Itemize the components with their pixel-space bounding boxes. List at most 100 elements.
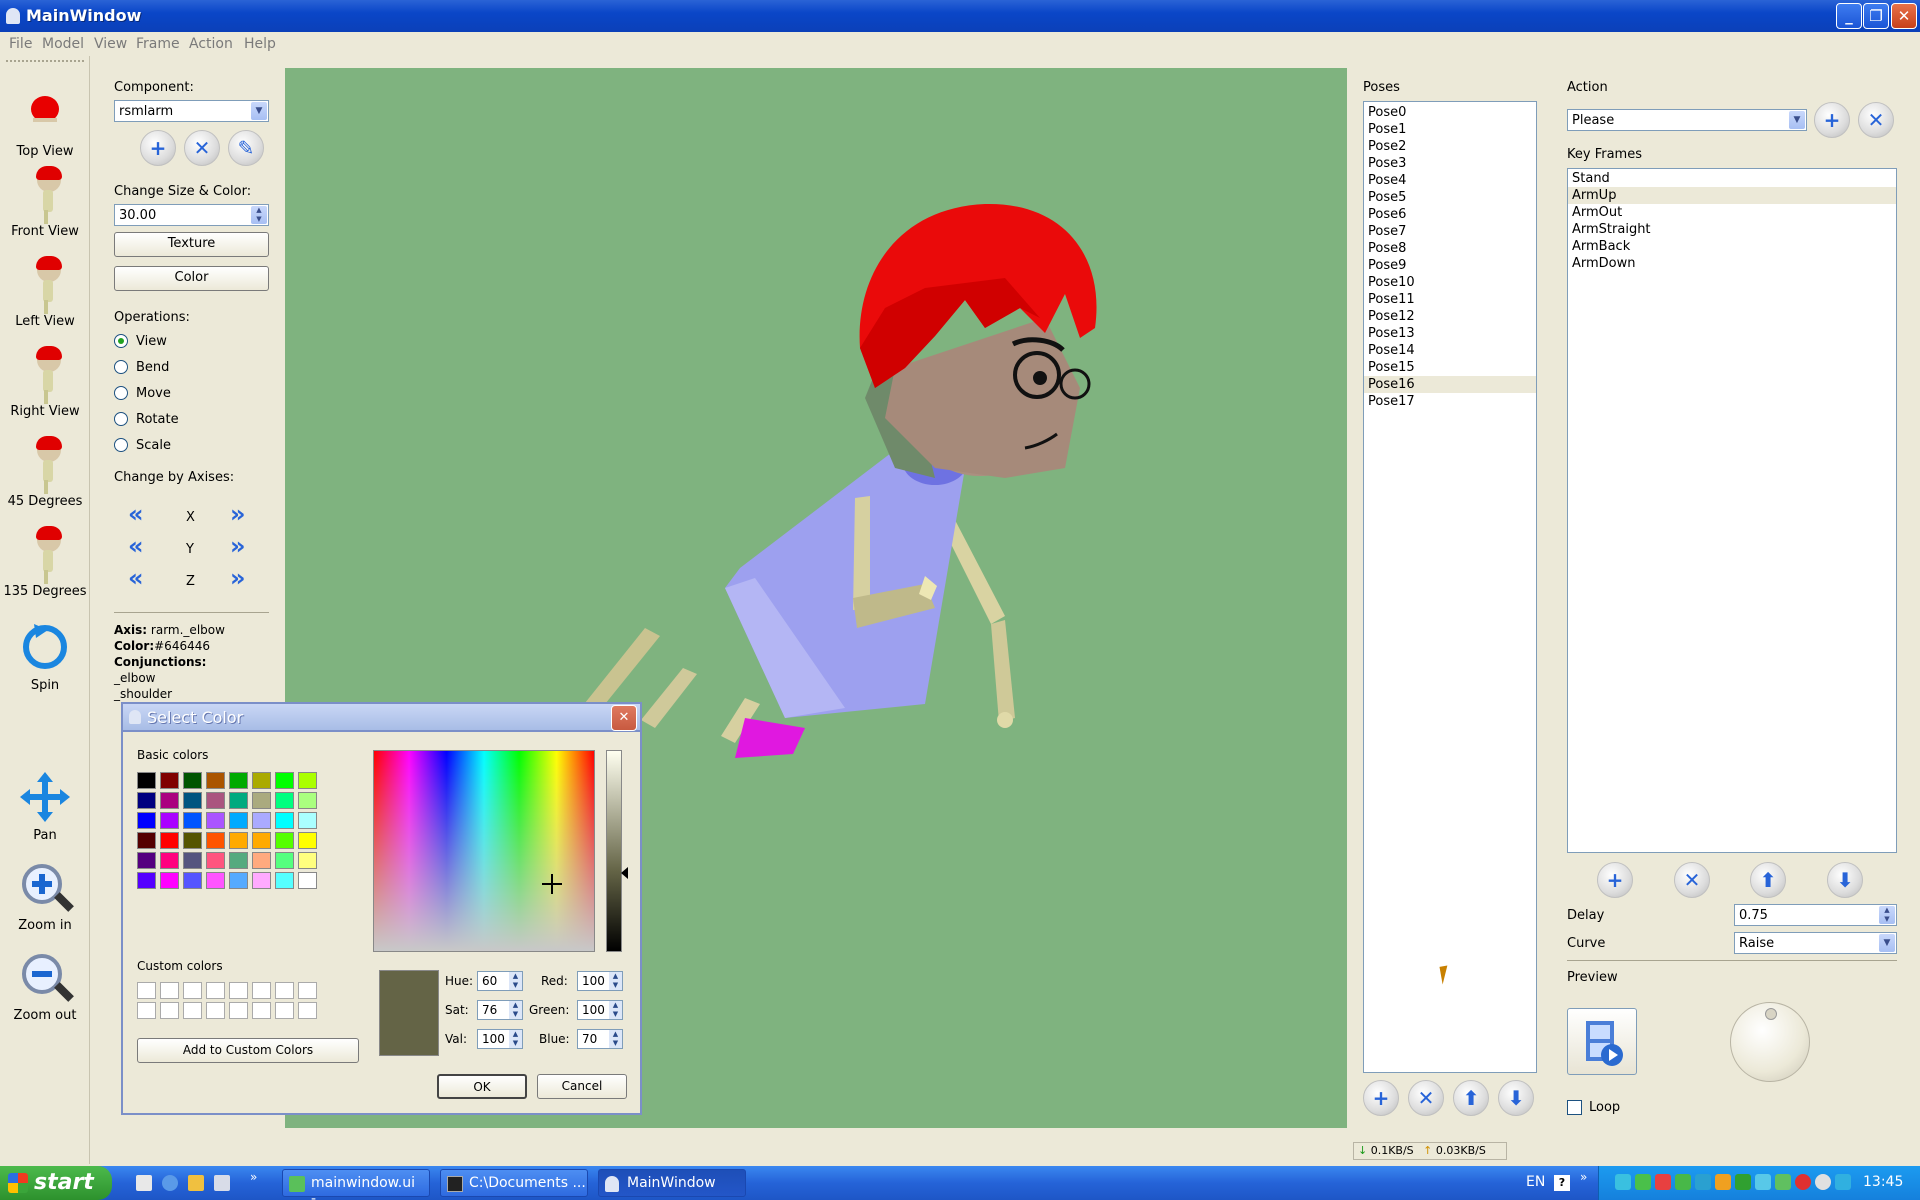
basic-color-swatch[interactable]	[275, 852, 294, 869]
network-tray-icon[interactable]	[1615, 1174, 1631, 1190]
keyframe-item[interactable]: ArmStraight	[1568, 221, 1896, 238]
basic-color-swatch[interactable]	[183, 812, 202, 829]
top-view-button[interactable]: Top View	[0, 84, 90, 159]
radio-rotate[interactable]	[114, 412, 128, 426]
basic-color-swatch[interactable]	[206, 832, 225, 849]
val-spinbox[interactable]: 100 ▲ ▼	[477, 1029, 523, 1049]
red-spinbox[interactable]: 100 ▲ ▼	[577, 971, 623, 991]
basic-color-swatch[interactable]	[229, 772, 248, 789]
45-degrees-button[interactable]: 45 Degrees	[0, 430, 90, 509]
task-mainwindow[interactable]: MainWindow	[598, 1169, 746, 1197]
basic-color-swatch[interactable]	[183, 852, 202, 869]
basic-color-swatch[interactable]	[183, 772, 202, 789]
basic-color-swatch[interactable]	[206, 852, 225, 869]
action-select[interactable]: Please ▼	[1567, 109, 1807, 131]
language-indicator[interactable]: EN	[1526, 1174, 1545, 1190]
keyframe-item[interactable]: ArmOut	[1568, 204, 1896, 221]
custom-color-swatch[interactable]	[252, 982, 271, 999]
basic-color-swatch[interactable]	[275, 772, 294, 789]
volume-tray-icon[interactable]	[1815, 1174, 1831, 1190]
basic-color-swatch[interactable]	[252, 832, 271, 849]
pose-item[interactable]: Pose6	[1364, 206, 1536, 223]
blue-spinbox[interactable]: 70 ▲ ▼	[577, 1029, 623, 1049]
front-view-button[interactable]: Front View	[0, 160, 90, 239]
keyframe-item[interactable]: ArmUp	[1568, 187, 1896, 204]
basic-color-swatch[interactable]	[137, 792, 156, 809]
custom-color-swatch[interactable]	[183, 1002, 202, 1019]
edit-component-button[interactable]: ✎	[228, 130, 264, 166]
green-spinbox[interactable]: 100 ▲ ▼	[577, 1000, 623, 1020]
chat-tray-icon[interactable]	[1835, 1174, 1851, 1190]
delay-spinbox[interactable]: 0.75 ▲ ▼	[1734, 904, 1897, 926]
basic-color-swatch[interactable]	[183, 792, 202, 809]
monitor-tray-icon[interactable]	[1735, 1174, 1751, 1190]
keyframe-item[interactable]: ArmBack	[1568, 238, 1896, 255]
pose-item[interactable]: Pose17	[1364, 393, 1536, 410]
basic-color-swatch[interactable]	[252, 872, 271, 889]
custom-color-swatch[interactable]	[298, 1002, 317, 1019]
x-decrease-icon[interactable]: «	[128, 500, 144, 528]
move-keyframe-down-button[interactable]: ⬇	[1827, 862, 1863, 898]
z-increase-icon[interactable]: »	[230, 564, 246, 592]
delete-keyframe-button[interactable]: ✕	[1674, 862, 1710, 898]
pose-item[interactable]: Pose15	[1364, 359, 1536, 376]
radio-move[interactable]	[114, 386, 128, 400]
basic-color-swatch[interactable]	[229, 792, 248, 809]
hue-spinbox[interactable]: 60 ▲ ▼	[477, 971, 523, 991]
cancel-button[interactable]: Cancel	[537, 1074, 627, 1099]
basic-color-swatch[interactable]	[298, 832, 317, 849]
basic-color-swatch[interactable]	[275, 832, 294, 849]
custom-color-swatch[interactable]	[137, 982, 156, 999]
pose-item[interactable]: Pose13	[1364, 325, 1536, 342]
pose-item[interactable]: Pose10	[1364, 274, 1536, 291]
basic-color-swatch[interactable]	[183, 832, 202, 849]
keyframe-item[interactable]: Stand	[1568, 170, 1896, 187]
maximize-button[interactable]: ❐	[1863, 3, 1889, 29]
custom-color-swatch[interactable]	[229, 1002, 248, 1019]
quicklaunch-explorer-icon[interactable]	[136, 1175, 152, 1191]
basic-color-swatch[interactable]	[206, 812, 225, 829]
clock[interactable]: 13:45	[1863, 1174, 1903, 1190]
basic-color-swatch[interactable]	[206, 772, 225, 789]
value-slider[interactable]	[606, 750, 622, 952]
pose-item[interactable]: Pose2	[1364, 138, 1536, 155]
zoom-in-button[interactable]: Zoom in	[0, 862, 90, 933]
display-tray-icon[interactable]	[1755, 1174, 1771, 1190]
menu-view[interactable]: View	[94, 36, 127, 52]
minimize-button[interactable]: _	[1836, 3, 1862, 29]
custom-color-swatch[interactable]	[252, 1002, 271, 1019]
basic-color-swatch[interactable]	[252, 772, 271, 789]
keyframes-list[interactable]: Stand ArmUp ArmOut ArmStraight ArmBack ArmDow…	[1567, 168, 1897, 853]
basic-color-swatch[interactable]	[137, 772, 156, 789]
custom-color-swatch[interactable]	[160, 982, 179, 999]
texture-button[interactable]: Texture	[114, 232, 269, 257]
menu-help[interactable]: Help	[244, 36, 276, 52]
sync-tray-icon[interactable]	[1695, 1174, 1711, 1190]
basic-color-swatch[interactable]	[298, 872, 317, 889]
stop-tray-icon[interactable]	[1795, 1174, 1811, 1190]
move-pose-down-button[interactable]: ⬇	[1498, 1080, 1534, 1116]
y-decrease-icon[interactable]: «	[128, 532, 144, 560]
basic-color-swatch[interactable]	[137, 832, 156, 849]
basic-color-swatch[interactable]	[275, 792, 294, 809]
basic-color-swatch[interactable]	[229, 852, 248, 869]
custom-color-swatch[interactable]	[206, 1002, 225, 1019]
menu-file[interactable]: File	[9, 36, 32, 52]
basic-color-swatch[interactable]	[298, 812, 317, 829]
custom-color-swatch[interactable]	[298, 982, 317, 999]
basic-color-swatch[interactable]	[160, 872, 179, 889]
dialog-title-bar[interactable]: Select Color	[121, 702, 642, 732]
pose-item[interactable]: Pose9	[1364, 257, 1536, 274]
security-tray-icon[interactable]	[1635, 1174, 1651, 1190]
basic-color-swatch[interactable]	[137, 812, 156, 829]
menu-action[interactable]: Action	[189, 36, 233, 52]
basic-color-swatch[interactable]	[298, 792, 317, 809]
color-button[interactable]: Color	[114, 266, 269, 291]
basic-color-swatch[interactable]	[275, 872, 294, 889]
hue-saturation-picker[interactable]	[373, 750, 595, 952]
delete-action-button[interactable]: ✕	[1858, 102, 1894, 138]
custom-color-swatch[interactable]	[160, 1002, 179, 1019]
battery-tray-icon[interactable]	[1775, 1174, 1791, 1190]
pose-item[interactable]: Pose12	[1364, 308, 1536, 325]
custom-color-swatch[interactable]	[275, 982, 294, 999]
